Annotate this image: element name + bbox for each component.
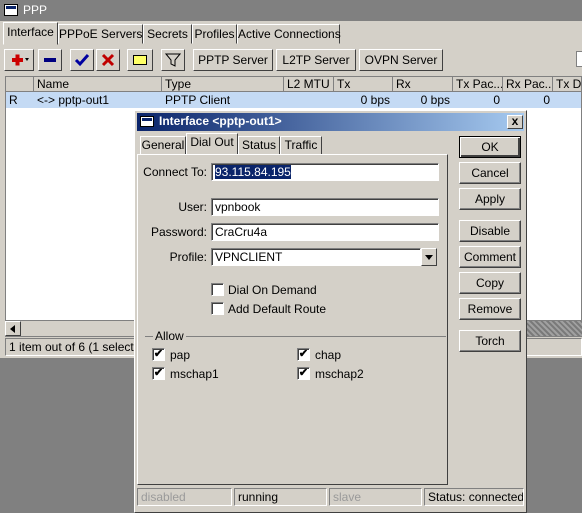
window-icon [4,4,18,16]
tab-profiles[interactable]: Profiles [192,24,237,44]
column-header-flags[interactable] [6,77,34,92]
tab-traffic[interactable]: Traffic [280,136,322,155]
remove-button[interactable] [38,49,62,71]
comment-icon [133,55,147,65]
l2tp-server-button[interactable]: L2TP Server [276,49,356,71]
mschap1-label: mschap1 [170,367,219,381]
row-tx: 0 bps [360,93,390,107]
row-rx: 0 bps [420,93,450,107]
filter-icon [165,53,181,67]
profile-label: Profile: [169,250,207,264]
add-button[interactable] [4,49,34,71]
check-icon [74,54,90,67]
dial-on-demand-checkbox[interactable] [211,283,224,296]
tab-interface[interactable]: Interface [3,22,58,45]
column-header-rx[interactable]: Rx [393,77,453,92]
dialog-titlebar[interactable]: Interface <pptp-out1> x [137,113,524,131]
comment-button[interactable] [127,49,153,71]
comment-button[interactable]: Comment [459,246,521,268]
mschap2-checkbox[interactable]: ✔ [297,367,310,380]
ok-button[interactable]: OK [459,136,521,158]
user-label: User: [178,200,207,214]
column-header-l2mtu[interactable]: L2 MTU [284,77,334,92]
cancel-button[interactable]: Cancel [459,162,521,184]
ovpn-server-button[interactable]: OVPN Server [359,49,443,71]
add-default-route-checkbox[interactable] [211,302,224,315]
ppp-titlebar[interactable]: PPP [0,0,582,21]
tab-secrets[interactable]: Secrets [143,24,192,44]
interface-dialog: Interface <pptp-out1> x General Dial Out… [134,110,527,513]
window-title: PPP [23,3,48,17]
minus-icon [44,58,56,62]
add-default-route-label: Add Default Route [228,302,327,316]
status-disabled: disabled [137,488,232,506]
column-header-type[interactable]: Type [162,77,284,92]
column-header-tx-drops[interactable]: Tx Dr... [553,77,581,92]
close-icon[interactable]: x [507,115,523,129]
row-tx-packets: 0 [493,93,500,107]
connect-to-field[interactable]: 93.115.84.195 [211,163,439,181]
allow-label: Allow [153,329,186,343]
tab-active-connections[interactable]: Active Connections [237,24,341,44]
scroll-left-arrow-icon[interactable] [5,321,21,336]
password-field[interactable]: CraCru4a [211,223,439,241]
mschap1-checkbox[interactable]: ✔ [152,367,165,380]
tab-pppoe-servers[interactable]: PPPoE Servers [58,24,143,44]
user-field[interactable]: vpnbook [211,198,439,216]
password-label: Password: [150,225,207,239]
dial-on-demand-label: Dial On Demand [228,283,317,297]
pap-label: pap [170,348,191,362]
tab-status[interactable]: Status [238,136,280,155]
find-input[interactable] [576,51,582,67]
chap-checkbox[interactable]: ✔ [297,348,310,361]
disable-button[interactable]: Disable [459,220,521,242]
row-flag: R [9,93,18,107]
tab-general[interactable]: General [140,136,186,155]
status-running: running [234,488,327,506]
torch-button[interactable]: Torch [459,330,521,352]
allow-group [145,336,446,486]
mschap2-label: mschap2 [315,367,364,381]
apply-button[interactable]: Apply [459,188,521,210]
pap-checkbox[interactable]: ✔ [152,348,165,361]
cross-icon [101,53,115,67]
column-header-rx-packets[interactable]: Rx Pac... [503,77,553,92]
remove-button[interactable]: Remove [459,298,521,320]
dialog-title: Interface <pptp-out1> [159,114,282,128]
table-row[interactable]: R <-> pptp-out1 PPTP Client 0 bps 0 bps … [6,92,581,108]
tab-dial-out[interactable]: Dial Out [186,133,238,155]
row-type: PPTP Client [165,93,231,107]
connect-to-value: 93.115.84.195 [215,165,291,179]
status-slave: slave [329,488,422,506]
pptp-server-button[interactable]: PPTP Server [193,49,273,71]
profile-select[interactable]: VPNCLIENT [211,248,421,266]
column-header-tx-packets[interactable]: Tx Pac... [453,77,503,92]
filter-button[interactable] [161,49,185,71]
row-name: <-> pptp-out1 [37,93,110,107]
chap-label: chap [315,348,342,362]
connect-to-label: Connect To: [143,165,207,179]
status-connected: Status: connected [424,488,524,506]
dialog-statusbar: disabled running slave Status: connected [137,487,524,507]
column-header-name[interactable]: Name [34,77,162,92]
disable-button[interactable] [96,49,120,71]
chevron-down-icon[interactable] [421,248,437,266]
row-rx-packets: 0 [543,93,550,107]
window-icon [140,116,154,127]
column-header-tx[interactable]: Tx [334,77,393,92]
copy-button[interactable]: Copy [459,272,521,294]
enable-button[interactable] [70,49,94,71]
plus-icon [12,54,29,66]
